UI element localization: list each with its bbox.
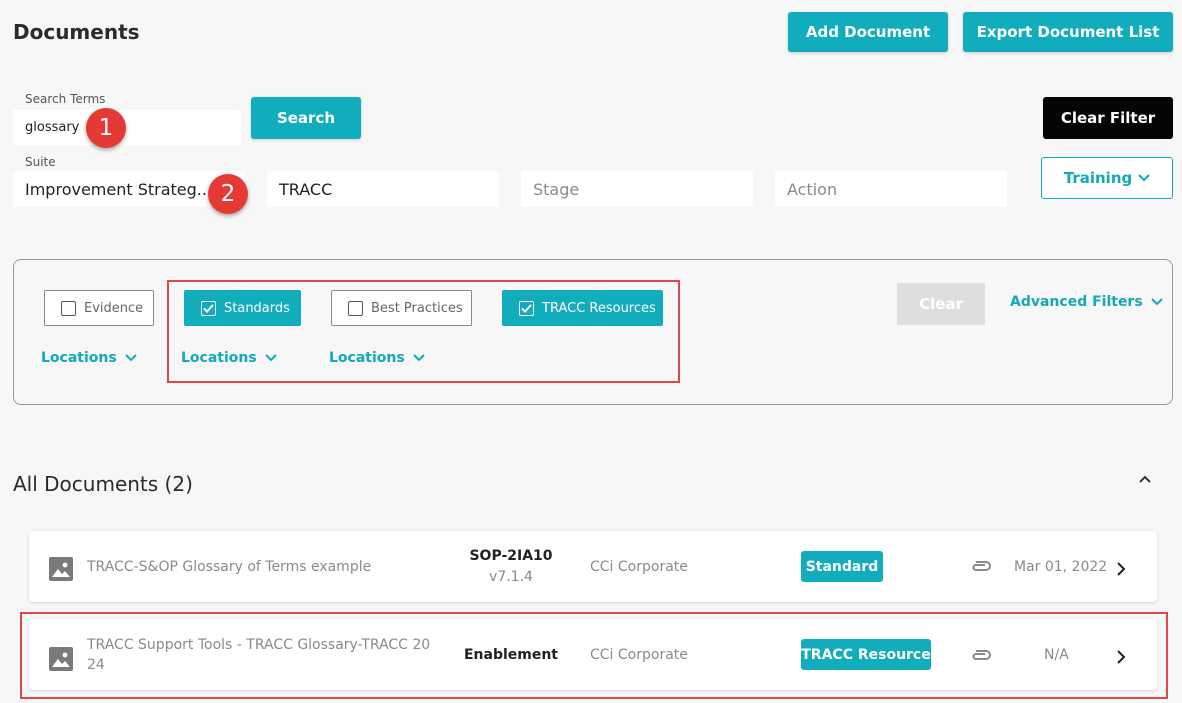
filter-standards-toggle[interactable]: Standards: [184, 290, 301, 326]
paperclip-icon[interactable]: [970, 559, 992, 573]
locations-label: Locations: [329, 350, 405, 366]
advanced-filters-label: Advanced Filters: [1010, 294, 1143, 310]
document-name[interactable]: TRACC-S&OP Glossary of Terms example: [87, 557, 371, 577]
document-type-badge: Standard: [801, 551, 883, 582]
document-date: Mar 01, 2022: [1014, 559, 1108, 575]
annotation-marker-2: 2: [208, 174, 248, 214]
suite-secondary-value: TRACC: [279, 179, 333, 199]
action-placeholder: Action: [787, 179, 838, 199]
suite-select-value: Improvement Strateg...: [25, 179, 213, 199]
training-label: Training: [1063, 169, 1133, 187]
add-document-button[interactable]: Add Document: [788, 12, 948, 52]
clear-filter-button[interactable]: Clear Filter: [1043, 97, 1173, 139]
highlight-frame-document: [20, 612, 1168, 699]
checkbox-checked-icon: [519, 300, 534, 316]
chevron-up-icon[interactable]: [1138, 474, 1152, 484]
filter-tracc-resources-toggle[interactable]: TRACC Resources: [502, 290, 663, 326]
page-title: Documents: [13, 20, 140, 44]
advanced-filters-dropdown[interactable]: Advanced Filters: [1010, 294, 1163, 310]
search-input-value: glossary: [25, 120, 80, 135]
suite-secondary-select[interactable]: TRACC: [267, 171, 499, 207]
filter-standards-label: Standards: [224, 300, 290, 316]
chevron-right-icon[interactable]: [1116, 562, 1126, 576]
filter-evidence-label: Evidence: [84, 300, 144, 316]
standards-locations-dropdown[interactable]: Locations: [181, 350, 277, 366]
stage-placeholder: Stage: [533, 179, 580, 199]
locations-label: Locations: [41, 350, 117, 366]
checkbox-unchecked-icon: [348, 300, 363, 316]
document-row[interactable]: TRACC-S&OP Glossary of Terms example SOP…: [29, 531, 1157, 602]
document-org: CCi Corporate: [590, 559, 688, 575]
best-practices-locations-dropdown[interactable]: Locations: [329, 350, 425, 366]
locations-label: Locations: [181, 350, 257, 366]
action-select[interactable]: Action: [775, 171, 1007, 207]
chevron-down-icon: [124, 354, 137, 362]
clear-filters-button[interactable]: Clear: [897, 283, 985, 325]
image-icon: [49, 557, 73, 581]
chevron-down-icon: [264, 354, 277, 362]
documents-section-title: All Documents (2): [13, 472, 193, 496]
suite-label: Suite: [25, 155, 56, 169]
search-input[interactable]: glossary: [13, 110, 241, 145]
evidence-locations-dropdown[interactable]: Locations: [41, 350, 137, 366]
stage-select[interactable]: Stage: [521, 171, 753, 207]
filter-best-practices-toggle[interactable]: Best Practices: [331, 290, 472, 326]
document-code: SOP-2IA10: [469, 548, 553, 564]
export-document-list-button[interactable]: Export Document List: [963, 12, 1173, 52]
annotation-marker-1: 1: [86, 108, 126, 148]
filter-tracc-resources-label: TRACC Resources: [542, 300, 656, 316]
document-version: v7.1.4: [489, 569, 533, 585]
training-dropdown-button[interactable]: Training: [1041, 157, 1173, 199]
checkbox-checked-icon: [201, 300, 216, 316]
chevron-down-icon: [1150, 298, 1163, 306]
checkbox-unchecked-icon: [61, 300, 76, 316]
search-button[interactable]: Search: [251, 97, 361, 139]
chevron-down-icon: [1138, 174, 1150, 182]
chevron-down-icon: [412, 354, 425, 362]
search-terms-label: Search Terms: [25, 92, 106, 106]
filter-evidence-toggle[interactable]: Evidence: [44, 290, 154, 326]
filter-best-practices-label: Best Practices: [371, 300, 463, 316]
